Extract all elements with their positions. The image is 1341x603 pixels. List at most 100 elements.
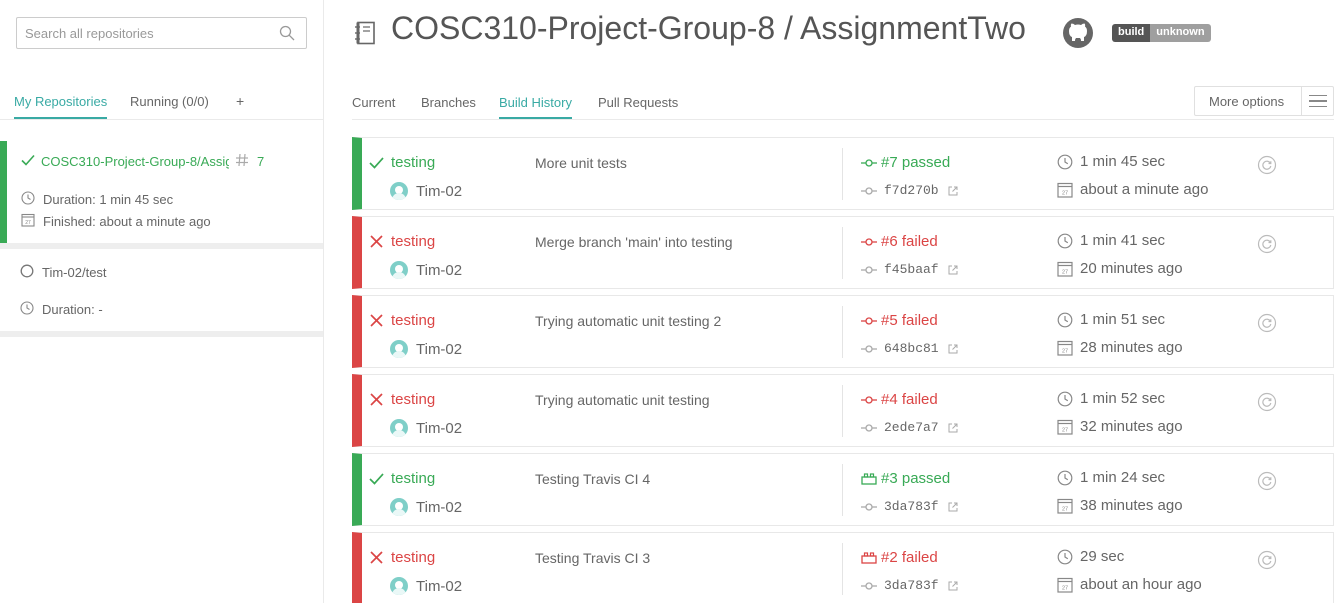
tab-my-repositories[interactable]: My Repositories bbox=[14, 94, 108, 119]
calendar-icon: 27 bbox=[1057, 498, 1073, 514]
github-icon[interactable] bbox=[1062, 17, 1094, 52]
external-link-icon[interactable] bbox=[948, 423, 958, 433]
external-link-icon[interactable] bbox=[948, 502, 958, 512]
external-link-icon[interactable] bbox=[948, 265, 958, 275]
external-link-icon[interactable] bbox=[948, 344, 958, 354]
menu-icon[interactable] bbox=[1301, 87, 1333, 115]
build-row[interactable]: testing Tim-02 Trying automatic unit testi… bbox=[352, 295, 1334, 368]
external-link-icon[interactable] bbox=[948, 581, 958, 591]
status-none-icon bbox=[20, 264, 34, 281]
more-options-button[interactable]: More options bbox=[1194, 86, 1334, 116]
build-status-badge[interactable]: build unknown bbox=[1112, 24, 1211, 42]
row-divider bbox=[842, 385, 843, 437]
clock-icon bbox=[1057, 154, 1073, 170]
restart-build-icon[interactable] bbox=[1257, 313, 1277, 336]
build-row[interactable]: testing Tim-02 Testing Travis CI 4 #3 passe… bbox=[352, 453, 1334, 526]
commit-message[interactable]: Trying automatic unit testing bbox=[535, 392, 710, 408]
sidebar-build-number[interactable]: 7 bbox=[257, 154, 264, 169]
commit-message[interactable]: Merge branch 'main' into testing bbox=[535, 234, 733, 250]
commit-message[interactable]: Testing Travis CI 3 bbox=[535, 550, 650, 566]
build-branch[interactable]: testing bbox=[391, 312, 435, 329]
build-branch[interactable]: testing bbox=[391, 154, 435, 171]
avatar bbox=[390, 340, 408, 358]
build-branch[interactable]: testing bbox=[391, 549, 435, 566]
search-icon[interactable] bbox=[279, 25, 295, 44]
restart-build-icon[interactable] bbox=[1257, 155, 1277, 178]
tab-current[interactable]: Current bbox=[352, 95, 395, 117]
main-tabs: Current Branches Build History Pull Requ… bbox=[352, 84, 1334, 120]
tab-pull-requests[interactable]: Pull Requests bbox=[598, 95, 678, 117]
external-link-icon[interactable] bbox=[948, 186, 958, 196]
push-event-icon bbox=[861, 395, 877, 405]
build-duration: 1 min 24 sec bbox=[1080, 469, 1166, 486]
sidebar-finished: Finished: about a minute ago bbox=[43, 214, 211, 229]
commit-message[interactable]: More unit tests bbox=[535, 155, 627, 171]
build-number[interactable]: #2 failed bbox=[881, 549, 938, 566]
row-divider bbox=[842, 227, 843, 279]
cross-icon bbox=[369, 313, 384, 328]
commit-message[interactable]: Testing Travis CI 4 bbox=[535, 471, 650, 487]
restart-build-icon[interactable] bbox=[1257, 471, 1277, 494]
sidebar-repo-name[interactable]: COSC310-Project-Group-8/AssignmentTwo bbox=[41, 154, 229, 169]
tab-running[interactable]: Running (0/0) bbox=[130, 94, 209, 117]
tab-build-history[interactable]: Build History bbox=[499, 95, 572, 119]
avatar bbox=[390, 419, 408, 437]
build-duration: 1 min 45 sec bbox=[1080, 153, 1166, 170]
clock-icon bbox=[1057, 549, 1073, 565]
commit-icon bbox=[861, 344, 877, 354]
svg-text:27: 27 bbox=[1062, 190, 1068, 196]
commit-sha[interactable]: 3da783f bbox=[884, 578, 939, 593]
commit-icon bbox=[861, 186, 877, 196]
commit-icon bbox=[861, 423, 877, 433]
build-author: Tim-02 bbox=[416, 340, 463, 358]
tab-branches[interactable]: Branches bbox=[421, 95, 476, 117]
build-number[interactable]: #4 failed bbox=[881, 391, 938, 408]
sidebar-repo-assignmenttwo[interactable]: COSC310-Project-Group-8/AssignmentTwo 7 … bbox=[0, 141, 323, 243]
calendar-icon: 27 bbox=[1057, 261, 1073, 277]
calendar-icon: 27 bbox=[1057, 182, 1073, 198]
push-event-icon bbox=[861, 237, 877, 247]
calendar-icon: 27 bbox=[1057, 577, 1073, 593]
page-title: COSC310-Project-Group-8 / AssignmentTwo bbox=[391, 10, 1026, 46]
build-number[interactable]: #7 passed bbox=[881, 154, 950, 171]
clock-icon bbox=[1057, 233, 1073, 249]
add-repository-button[interactable]: + bbox=[236, 93, 244, 117]
commit-sha[interactable]: 648bc81 bbox=[884, 341, 939, 356]
commit-sha[interactable]: f45baaf bbox=[884, 262, 939, 277]
search-input[interactable] bbox=[25, 19, 265, 47]
cross-icon bbox=[369, 550, 384, 565]
repository-book-icon bbox=[354, 21, 376, 48]
build-author: Tim-02 bbox=[416, 261, 463, 279]
avatar bbox=[390, 498, 408, 516]
build-row[interactable]: testing Tim-02 Merge branch 'main' into te… bbox=[352, 216, 1334, 289]
sidebar-duration: Duration: - bbox=[42, 302, 103, 317]
check-icon bbox=[369, 155, 384, 170]
restart-build-icon[interactable] bbox=[1257, 392, 1277, 415]
build-number[interactable]: #6 failed bbox=[881, 233, 938, 250]
build-row[interactable]: testing Tim-02 More unit tests #7 passed f7d… bbox=[352, 137, 1334, 210]
build-row[interactable]: testing Tim-02 Testing Travis CI 3 #2 faile… bbox=[352, 532, 1334, 603]
clock-icon bbox=[21, 191, 35, 208]
build-finished: 32 minutes ago bbox=[1080, 418, 1183, 435]
build-duration: 1 min 51 sec bbox=[1080, 311, 1166, 328]
avatar bbox=[390, 261, 408, 279]
build-author: Tim-02 bbox=[416, 182, 463, 200]
commit-sha[interactable]: f7d270b bbox=[884, 183, 939, 198]
row-divider bbox=[842, 464, 843, 516]
build-number[interactable]: #5 failed bbox=[881, 312, 938, 329]
commit-icon bbox=[861, 581, 877, 591]
commit-icon bbox=[861, 502, 877, 512]
sidebar-repo-tim-test[interactable]: Tim-02/test Duration: - bbox=[0, 249, 323, 331]
build-branch[interactable]: testing bbox=[391, 233, 435, 250]
commit-message[interactable]: Trying automatic unit testing 2 bbox=[535, 313, 721, 329]
restart-build-icon[interactable] bbox=[1257, 234, 1277, 257]
build-row[interactable]: testing Tim-02 Trying automatic unit testi… bbox=[352, 374, 1334, 447]
build-branch[interactable]: testing bbox=[391, 470, 435, 487]
commit-sha[interactable]: 3da783f bbox=[884, 499, 939, 514]
svg-text:27: 27 bbox=[1062, 427, 1068, 433]
restart-build-icon[interactable] bbox=[1257, 550, 1277, 573]
commit-sha[interactable]: 2ede7a7 bbox=[884, 420, 939, 435]
sidebar-repo-name[interactable]: Tim-02/test bbox=[42, 265, 107, 280]
build-branch[interactable]: testing bbox=[391, 391, 435, 408]
build-number[interactable]: #3 passed bbox=[881, 470, 950, 487]
